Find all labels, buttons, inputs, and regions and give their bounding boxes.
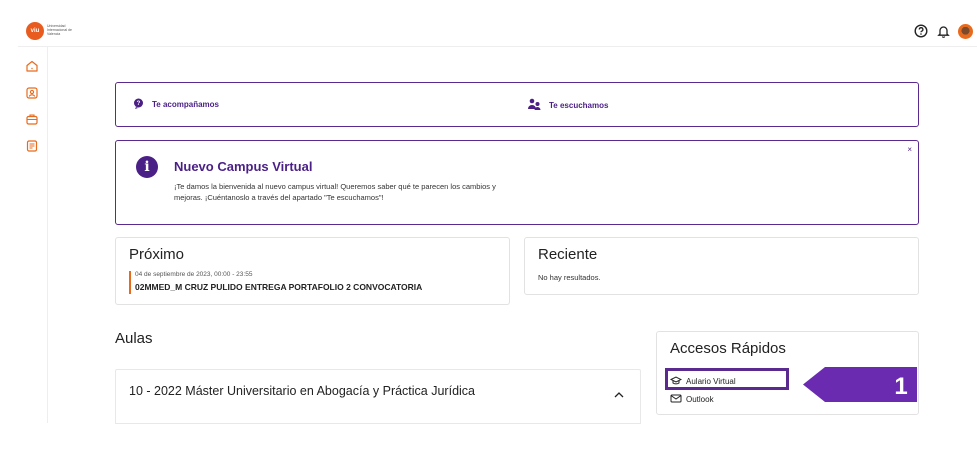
chevron-up-icon[interactable] [614,385,624,403]
event-title[interactable]: 02MMED_M CRUZ PULIDO ENTREGA PORTAFOLIO … [135,282,422,292]
notice-body-line2: mejoras. ¡Cuéntanoslo a través del apart… [174,193,384,202]
te-escuchamos-label: Te escuchamos [549,100,609,110]
notice-body-line1: ¡Te damos la bienvenida al nuevo campus … [174,182,496,191]
step-arrow: 1 [803,367,917,402]
event-date: 04 de septiembre de 2023, 00:00 - 23:55 [135,271,253,278]
svg-text:?: ? [137,101,141,107]
reciente-heading: Reciente [538,246,598,263]
proximo-card: Próximo 04 de septiembre de 2023, 00:00 … [115,237,510,305]
course-title: 10 - 2022 Máster Universitario en Abogac… [129,384,476,398]
sidebar [18,47,48,423]
reciente-card: Reciente No hay resultados. [524,237,919,295]
close-icon[interactable]: × [907,145,912,154]
chat-help-icon: ? [133,98,144,111]
document-icon[interactable] [24,138,40,154]
info-icon: i [136,156,158,178]
aulas-heading: Aulas [115,330,153,347]
mail-icon [670,394,682,405]
course-content [115,414,641,424]
app-frame: viu Universidad Internacional de Valenci… [18,18,977,424]
home-icon[interactable] [24,58,40,74]
proximo-heading: Próximo [129,246,185,263]
top-bar: viu Universidad Internacional de Valenci… [18,18,977,47]
people-icon [528,98,541,112]
logo-caption: Universidad Internacional de Valencia [47,24,72,36]
feedback-banner: ? Te acompañamos Te escuchamos [115,82,919,127]
notice-body: ¡Te damos la bienvenida al nuevo campus … [174,181,574,203]
te-acompanamos-label: Te acompañamos [152,100,219,109]
profile-icon[interactable] [24,85,40,101]
welcome-notice: i Nuevo Campus Virtual ¡Te damos la bien… [115,140,919,225]
te-acompanamos-link[interactable]: ? Te acompañamos [133,98,219,111]
course-accordion[interactable]: 10 - 2022 Máster Universitario en Abogac… [115,369,641,416]
highlight-box [665,368,789,390]
te-escuchamos-link[interactable]: Te escuchamos [528,98,608,112]
help-icon[interactable] [913,23,929,39]
event-accent-bar [129,271,131,294]
outlook-link[interactable]: Outlook [670,394,714,405]
notice-title: Nuevo Campus Virtual [174,159,313,174]
user-avatar[interactable] [957,23,973,39]
bell-icon[interactable] [935,23,951,39]
step-number: 1 [894,373,907,400]
empty-message: No hay resultados. [538,273,601,282]
accesos-heading: Accesos Rápidos [670,340,786,357]
viu-logo[interactable]: viu [26,22,44,40]
outlook-label: Outlook [686,395,714,404]
briefcase-icon[interactable] [24,111,40,127]
